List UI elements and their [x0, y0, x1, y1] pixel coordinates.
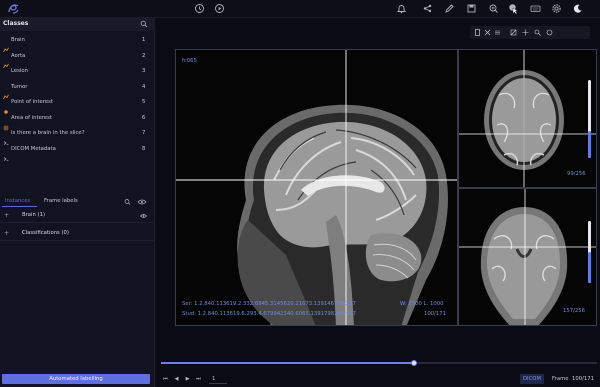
- pan-icon[interactable]: [522, 29, 529, 36]
- play-icon[interactable]: ▶: [183, 375, 192, 384]
- class-hotkey: 1: [142, 37, 146, 43]
- automated-labelling-button[interactable]: Automated labelling: [2, 374, 150, 384]
- app-window: Classes Brain 1 Aorta 2 Lesion 3 Tumor 4 Point o…: [0, 0, 600, 387]
- point-icon: [3, 100, 9, 114]
- window-level-info: W: 2500 L: 1000: [400, 301, 444, 307]
- class-item-tumor[interactable]: Tumor 4: [0, 81, 155, 99]
- viewer-toolbar: [470, 26, 590, 39]
- main-area: fc065 Ser: 1.2.840.113619.2.332.6945.314…: [156, 18, 600, 387]
- instance-row-classifications[interactable]: + Classifications (0): [0, 227, 155, 241]
- class-name: Brain: [11, 37, 25, 43]
- classes-title: Classes: [3, 20, 29, 27]
- frame-timeline[interactable]: [161, 360, 597, 366]
- coronal-mri-image: [459, 189, 596, 325]
- first-frame-icon[interactable]: ⏮: [161, 375, 170, 384]
- expand-icon[interactable]: +: [4, 230, 9, 237]
- sagittal-viewport[interactable]: fc065 Ser: 1.2.840.113619.2.332.6945.314…: [175, 49, 458, 326]
- viewport-label: fc065: [182, 58, 197, 64]
- zoom-tool-icon[interactable]: [534, 29, 541, 36]
- timeline-progress: [161, 362, 414, 364]
- moon-icon[interactable]: [572, 3, 583, 14]
- class-icon: [3, 69, 9, 75]
- class-hotkey: 2: [142, 52, 146, 59]
- main-frame-info: 100/171: [424, 311, 447, 317]
- scroll-tool-icon[interactable]: [494, 29, 501, 36]
- axial-frame-info: 99/256: [567, 171, 586, 177]
- class-hotkey: 6: [142, 114, 146, 121]
- class-name: Aorta: [11, 52, 26, 59]
- zoom-icon[interactable]: [488, 3, 499, 14]
- class-name: Tumor: [11, 83, 28, 90]
- coronal-frame-info: 157/256: [563, 308, 586, 314]
- frame-input[interactable]: 1: [209, 375, 227, 384]
- class-item-point-of-interest[interactable]: Point of interest 5: [0, 96, 155, 114]
- metadata-icon: [3, 147, 9, 161]
- tab-instances[interactable]: Instances: [5, 198, 30, 204]
- class-hotkey: 7: [142, 130, 146, 136]
- axial-viewport[interactable]: 99/256: [458, 49, 597, 188]
- dicom-button[interactable]: DICOM: [520, 374, 544, 384]
- axial-mri-image: [459, 50, 596, 187]
- coronal-slider-fill: [588, 252, 591, 283]
- axial-slider-fill: [588, 130, 591, 158]
- question-icon: [3, 131, 9, 145]
- sagittal-mri-image: [176, 50, 457, 325]
- instance-row-brain[interactable]: + Brain (1): [0, 209, 155, 223]
- logo-icon[interactable]: [7, 2, 20, 15]
- class-item-dicom-metadata[interactable]: DICOM Metadata 8: [0, 143, 155, 161]
- cursor-icon[interactable]: [508, 3, 519, 14]
- sidebar: Classes Brain 1 Aorta 2 Lesion 3 Tumor 4 Point o…: [0, 18, 155, 387]
- class-item-brain[interactable]: Brain 1: [0, 34, 155, 53]
- class-item-is-there-a-brain-in-the-slice[interactable]: Is there a brain in the slice? 7: [0, 127, 155, 145]
- reset-icon[interactable]: [546, 29, 553, 36]
- coronal-slice-slider[interactable]: [588, 221, 591, 283]
- share-icon[interactable]: [422, 3, 433, 14]
- previous-frame-icon[interactable]: ◀: [172, 375, 181, 384]
- polyline-icon: [3, 54, 9, 68]
- class-hotkey: 5: [142, 99, 146, 105]
- timeline-thumb[interactable]: [410, 360, 417, 366]
- classes-header: Classes: [0, 18, 155, 31]
- crosshair-tool-icon[interactable]: [484, 29, 491, 36]
- save-icon[interactable]: [466, 3, 477, 14]
- axial-slice-slider[interactable]: [588, 80, 591, 158]
- frame-count: 100/171: [572, 376, 595, 382]
- search-icon[interactable]: [140, 20, 148, 28]
- class-name: Area of interest: [11, 114, 52, 121]
- grid-icon: [3, 116, 9, 130]
- class-name: DICOM Metadata: [11, 145, 56, 152]
- class-hotkey: 8: [142, 145, 146, 152]
- class-name: Point of interest: [11, 99, 53, 105]
- settings-icon[interactable]: [551, 3, 562, 14]
- class-item-aorta[interactable]: Aorta 2: [0, 50, 155, 68]
- eye-icon[interactable]: [140, 213, 147, 219]
- last-frame-icon[interactable]: ⏭: [194, 375, 203, 384]
- class-hotkey: 4: [142, 83, 146, 90]
- tab-frame-labels[interactable]: Frame labels: [44, 198, 78, 204]
- instance-name: Classifications (0): [22, 230, 69, 236]
- polyline-icon: [3, 38, 9, 53]
- class-hotkey: 3: [142, 68, 146, 74]
- instances-tools-icon[interactable]: [124, 198, 148, 206]
- top-bar: [0, 0, 600, 18]
- pencil-icon[interactable]: [444, 3, 455, 14]
- polyline-icon: [3, 85, 9, 99]
- keyboard-icon[interactable]: [530, 3, 541, 14]
- window-level-icon[interactable]: [510, 29, 517, 36]
- study-info: Stud: 1.2.840.113619.6.293.4.679942340.6…: [182, 311, 357, 317]
- bell-icon[interactable]: [396, 3, 407, 14]
- class-item-area-of-interest[interactable]: Area of interest 6: [0, 112, 155, 130]
- tab-underline: [2, 206, 37, 207]
- layout-icon[interactable]: [474, 29, 481, 36]
- history-icon[interactable]: [194, 3, 205, 14]
- coronal-viewport[interactable]: 157/256: [458, 188, 597, 326]
- frame-label: Frame: [552, 376, 569, 382]
- instance-name: Brain (1): [22, 212, 46, 218]
- expand-icon[interactable]: +: [4, 212, 9, 219]
- class-name: Lesion: [11, 68, 28, 74]
- series-info: Ser: 1.2.840.113619.2.332.6945.3145620.2…: [182, 301, 356, 307]
- class-item-lesion[interactable]: Lesion 3: [0, 65, 155, 80]
- play-circle-icon[interactable]: [214, 3, 225, 14]
- class-name: Is there a brain in the slice?: [11, 130, 85, 136]
